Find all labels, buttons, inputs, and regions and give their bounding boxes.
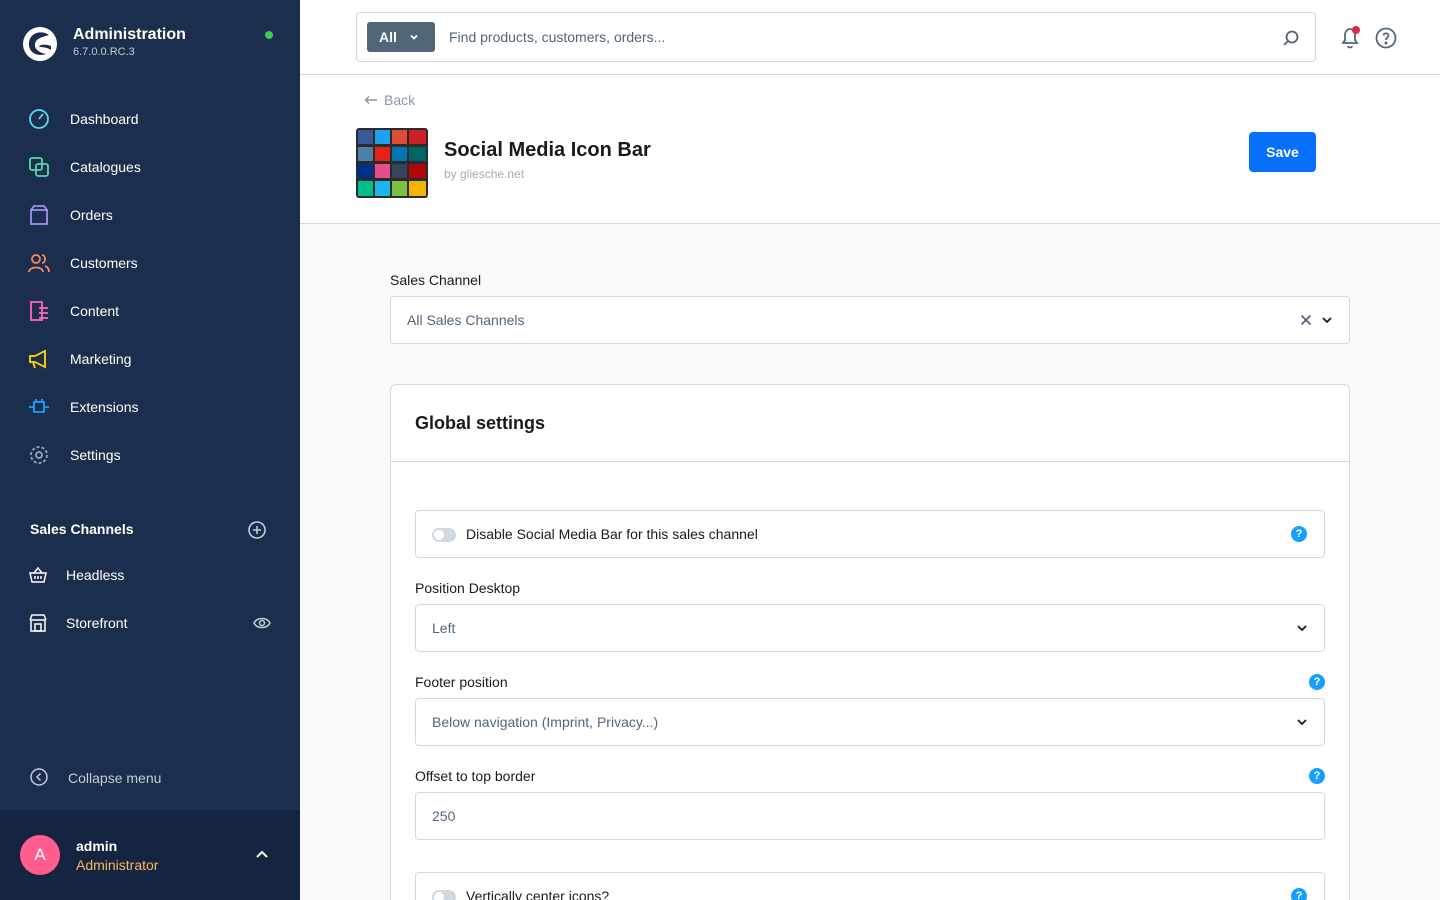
search-type-select[interactable]: All [367, 22, 435, 52]
sales-channels-header: Sales Channels [30, 521, 270, 541]
sales-channel-list: Headless Storefront [0, 551, 300, 647]
main-nav: Dashboard Catalogues Orders Customers Co… [0, 95, 300, 479]
content-icon [30, 301, 48, 321]
settings-content: Sales Channel All Sales Channels Global … [300, 224, 1440, 900]
dashboard-gauge-icon [29, 109, 49, 129]
sales-channel-headless[interactable]: Headless [0, 551, 300, 599]
megaphone-icon [29, 349, 46, 369]
nav-item-dashboard[interactable]: Dashboard [0, 95, 300, 143]
position-desktop-select[interactable]: Left [415, 604, 1325, 652]
chevron-down-icon [410, 34, 418, 40]
user-name: admin [76, 838, 118, 854]
eye-icon[interactable] [253, 615, 271, 631]
nav-label: Settings [70, 447, 121, 463]
vertical-center-toggle-field: Vertically center icons? ? [415, 872, 1325, 900]
sales-channel-label: Storefront [66, 615, 128, 631]
sales-channel-select[interactable]: All Sales Channels [390, 296, 1350, 344]
position-desktop-value: Left [432, 620, 456, 636]
sales-channel-label: Sales Channel [390, 272, 482, 288]
nav-item-catalogues[interactable]: Catalogues [0, 143, 300, 191]
search-type-label: All [379, 29, 397, 45]
brand[interactable]: Administration 6.7.0.0.RC.3 [22, 22, 282, 66]
global-search: All [356, 12, 1316, 62]
card-divider [391, 461, 1349, 462]
shopware-logo-icon [23, 27, 57, 61]
customers-icon [28, 254, 50, 273]
storefront-icon [29, 614, 47, 632]
offset-top-label: Offset to top border [415, 768, 536, 784]
avatar: A [20, 835, 60, 875]
help-icon[interactable]: ? [1309, 768, 1325, 784]
brand-version: 6.7.0.0.RC.3 [73, 46, 135, 58]
chevron-down-icon [1322, 317, 1332, 324]
footer-position-label: Footer position [415, 674, 508, 690]
sales-channel-label: Headless [66, 567, 125, 583]
notification-dot [1352, 26, 1360, 34]
collapse-menu-label: Collapse menu [68, 770, 162, 786]
arrow-left-icon [364, 95, 377, 105]
nav-label: Orders [70, 207, 113, 223]
sales-channel-value: All Sales Channels [407, 312, 525, 328]
help-icon[interactable]: ? [1291, 888, 1307, 900]
collapse-menu-button[interactable]: Collapse menu [30, 766, 161, 790]
disable-bar-toggle-field: Disable Social Media Bar for this sales … [415, 510, 1325, 558]
basket-icon [29, 566, 47, 583]
chevron-down-icon [1297, 625, 1307, 632]
vertical-center-toggle[interactable] [432, 890, 456, 900]
global-settings-card: Global settings Disable Social Media Bar… [390, 384, 1350, 900]
catalogues-icon [29, 157, 49, 177]
card-title: Global settings [415, 413, 546, 433]
nav-item-settings[interactable]: Settings [0, 431, 300, 479]
help-icon[interactable]: ? [1291, 526, 1307, 542]
help-icon[interactable]: ? [1309, 674, 1325, 690]
page-header: Back Social Media Icon Bar by gliesche.n… [300, 75, 1440, 224]
save-button[interactable]: Save [1249, 132, 1316, 172]
status-indicator [265, 31, 273, 39]
chevron-up-icon[interactable] [254, 848, 270, 860]
nav-item-orders[interactable]: Orders [0, 191, 300, 239]
nav-item-extensions[interactable]: Extensions [0, 383, 300, 431]
back-label: Back [384, 92, 416, 108]
sales-channel-storefront[interactable]: Storefront [0, 599, 300, 647]
chevron-left-circle-icon [30, 768, 48, 786]
search-icon[interactable] [1282, 29, 1300, 47]
search-input[interactable] [449, 21, 1269, 53]
nav-label: Catalogues [70, 159, 141, 175]
gear-icon [30, 446, 48, 464]
back-link[interactable]: Back [364, 92, 415, 108]
brand-title: Administration [73, 26, 186, 43]
nav-item-content[interactable]: Content [0, 287, 300, 335]
sales-channels-title: Sales Channels [30, 521, 134, 537]
topbar: All [300, 0, 1440, 75]
footer-position-value: Below navigation (Imprint, Privacy...) [432, 714, 659, 730]
nav-label: Content [70, 303, 120, 319]
plugin-logo-icon [356, 128, 428, 198]
nav-label: Marketing [70, 351, 132, 367]
disable-bar-label: Disable Social Media Bar for this sales … [466, 526, 758, 542]
nav-item-customers[interactable]: Customers [0, 239, 300, 287]
add-sales-channel-icon[interactable] [248, 521, 266, 539]
nav-label: Customers [70, 255, 138, 271]
clear-icon[interactable] [1300, 314, 1312, 326]
user-menu[interactable]: A admin Administrator [0, 810, 300, 900]
chevron-down-icon [1297, 719, 1307, 726]
offset-top-value: 250 [432, 808, 456, 824]
extensions-plug-icon [29, 399, 49, 413]
help-circle-icon[interactable] [1375, 27, 1397, 49]
nav-item-marketing[interactable]: Marketing [0, 335, 300, 383]
plugin-author: by gliesche.net [444, 167, 525, 181]
plugin-title: Social Media Icon Bar [444, 139, 651, 161]
shopping-bag-icon [30, 205, 48, 225]
offset-top-input[interactable]: 250 [415, 792, 1325, 840]
disable-bar-toggle[interactable] [432, 528, 456, 542]
nav-label: Extensions [70, 399, 139, 415]
vertical-center-label: Vertically center icons? [466, 888, 610, 900]
position-desktop-label: Position Desktop [415, 580, 521, 596]
footer-position-select[interactable]: Below navigation (Imprint, Privacy...) [415, 698, 1325, 746]
user-role: Administrator [76, 857, 159, 873]
sidebar: Administration 6.7.0.0.RC.3 Dashboard Ca… [0, 0, 300, 900]
nav-label: Dashboard [70, 111, 139, 127]
